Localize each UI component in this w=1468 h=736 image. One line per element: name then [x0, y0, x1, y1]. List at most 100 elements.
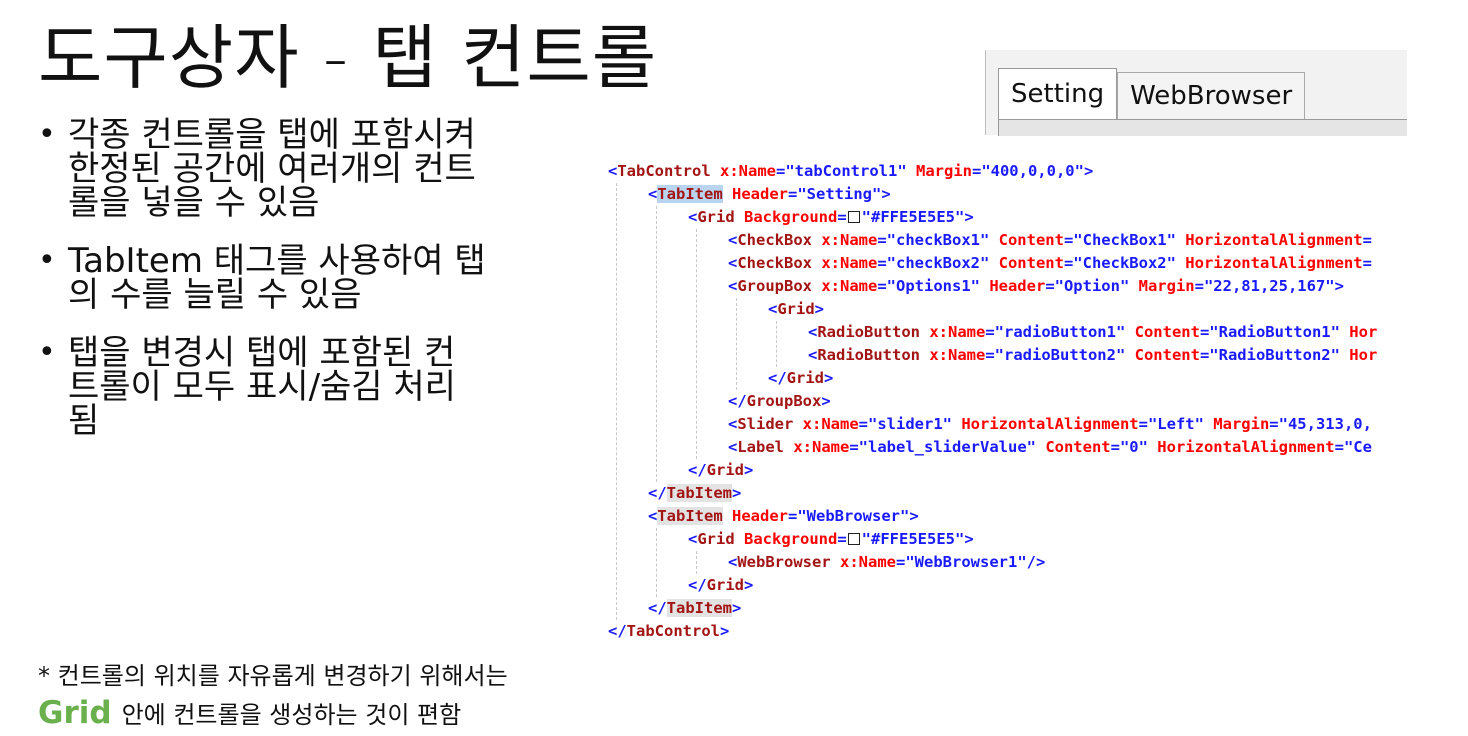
code-token: Grid	[786, 369, 824, 387]
code-line: <Grid Background= "#FFE5E5E5">	[608, 206, 1460, 229]
code-token: Label	[737, 438, 785, 456]
code-token: <	[728, 553, 738, 571]
code-token: <	[688, 208, 698, 226]
code-line: <TabItem Header="Setting">	[608, 183, 1460, 206]
code-token: ="tabControl1"	[776, 162, 907, 180]
indent-guide	[736, 298, 737, 390]
bullet-text-line: 됨	[68, 401, 100, 441]
code-token: <	[728, 415, 738, 433]
code-token: WebBrowser	[737, 553, 831, 571]
code-token: Grid	[777, 300, 815, 318]
code-token: =	[837, 208, 847, 226]
code-token: <	[728, 277, 738, 295]
footnote-line2: Grid 안에 컨트롤을 생성하는 것이 편함	[38, 695, 461, 731]
code-token: "#FFE5E5E5">	[861, 530, 974, 548]
code-line: </Grid>	[608, 459, 1460, 482]
tab-webbrowser[interactable]: WebBrowser	[1117, 72, 1306, 119]
bullet-list: • 각종 컨트롤을 탭에 포함시켜 한정된 공간에 여러개의 컨트 롤을 넣을 …	[36, 118, 596, 462]
code-token: x:Name	[812, 231, 878, 249]
code-token: ="RadioButton1"	[1199, 323, 1340, 341]
code-token: ="Left"	[1138, 415, 1204, 433]
code-token: Content	[1125, 323, 1200, 341]
code-token: x:Name	[920, 346, 986, 364]
code-token: <	[648, 507, 658, 525]
code-token: >	[821, 392, 831, 410]
code-line: <Grid Background= "#FFE5E5E5">	[608, 528, 1460, 551]
code-token: TabItem	[666, 599, 732, 617]
tab-control-preview: Setting WebBrowser	[985, 50, 1407, 136]
code-token: Slider	[737, 415, 794, 433]
code-token: CheckBox	[737, 231, 812, 249]
code-token: ="0"	[1110, 438, 1148, 456]
code-token: </	[768, 369, 787, 387]
code-token: </	[728, 392, 747, 410]
code-token: GroupBox	[737, 277, 812, 295]
code-token: =	[837, 530, 847, 548]
code-token: HorizontalAlignment	[1175, 254, 1363, 272]
code-token: ="CheckBox1"	[1063, 231, 1176, 249]
code-token: ="45,313,0,	[1269, 415, 1372, 433]
footnote-line1: * 컨트롤의 위치를 자유롭게 변경하기 위해서는	[38, 662, 508, 690]
code-token: ="RadioButton2"	[1199, 346, 1340, 364]
code-token: HorizontalAlignment	[1175, 231, 1363, 249]
code-token: >	[744, 461, 754, 479]
indent-guide	[656, 206, 657, 482]
code-token: Content	[1035, 438, 1111, 456]
code-token: ="22,81,25,167">	[1194, 277, 1344, 295]
code-token: ="radioButton2"	[985, 346, 1126, 364]
code-token: ="radioButton1"	[985, 323, 1126, 341]
code-token: </	[648, 484, 667, 502]
code-token: =	[1362, 254, 1372, 272]
code-token: ="checkBox1"	[877, 231, 990, 249]
code-token: <	[688, 530, 698, 548]
code-token: Hor	[1339, 323, 1378, 341]
bullet-text-line: 각종 컨트롤을 탭에 포함시켜	[68, 115, 476, 155]
code-token: HorizontalAlignment	[952, 415, 1139, 433]
code-token: Content	[989, 231, 1064, 249]
code-token: ="400,0,0,0">	[971, 162, 1094, 180]
code-token: Content	[1125, 346, 1200, 364]
code-token: RadioButton	[817, 323, 920, 341]
bullet-text-line: 롤을 넣을 수 있음	[68, 183, 320, 223]
code-token: Margin	[1203, 415, 1270, 433]
bullet-text-line: TabItem 태그를 사용하여 탭	[68, 241, 486, 281]
code-token: Margin	[1129, 277, 1195, 295]
code-line: </GroupBox>	[608, 390, 1460, 413]
code-token: </	[688, 461, 707, 479]
code-token: ="Options1"	[877, 277, 980, 295]
code-token: x:Name	[793, 415, 859, 433]
code-token: TabItem	[657, 185, 723, 203]
code-token: =	[1362, 231, 1372, 249]
code-token: Grid	[697, 208, 735, 226]
code-token: Background	[734, 208, 838, 226]
code-token: Margin	[906, 162, 972, 180]
bullet-item: • 탭을 변경시 탭에 포함된 컨 트롤이 모두 표시/숨김 처리 됨	[36, 333, 596, 441]
bullet-dot-icon: •	[38, 117, 56, 152]
code-token: x:Name	[830, 553, 896, 571]
indent-guide	[696, 551, 697, 574]
code-token: ="Ce	[1334, 438, 1372, 456]
code-token: Grid	[706, 461, 744, 479]
code-line: </TabControl>	[608, 620, 1460, 643]
code-token: Hor	[1339, 346, 1378, 364]
bullet-text-line: 탭을 변경시 탭에 포함된 컨	[68, 333, 456, 373]
code-token: >	[720, 622, 730, 640]
code-token: Content	[989, 254, 1064, 272]
code-line: <GroupBox x:Name="Options1" Header="Opti…	[608, 275, 1460, 298]
grid-keyword: Grid	[38, 695, 112, 731]
code-token: RadioButton	[817, 346, 920, 364]
code-token: <	[808, 323, 818, 341]
code-token: CheckBox	[737, 254, 812, 272]
code-line: </Grid>	[608, 574, 1460, 597]
code-token: Background	[734, 530, 838, 548]
tab-setting[interactable]: Setting	[998, 68, 1118, 119]
bullet-text-line: 한정된 공간에 여러개의 컨트	[68, 149, 476, 189]
xaml-code-block: <TabControl x:Name="tabControl1" Margin=…	[608, 160, 1460, 646]
color-swatch-icon	[847, 533, 860, 545]
bullet-item: • TabItem 태그를 사용하여 탭 의 수를 늘릴 수 있음	[36, 241, 596, 313]
code-token: ="slider1"	[858, 415, 952, 433]
code-token: Grid	[706, 576, 744, 594]
bullet-dot-icon: •	[38, 243, 56, 278]
code-token: >	[732, 599, 742, 617]
code-token: x:Name	[784, 438, 850, 456]
